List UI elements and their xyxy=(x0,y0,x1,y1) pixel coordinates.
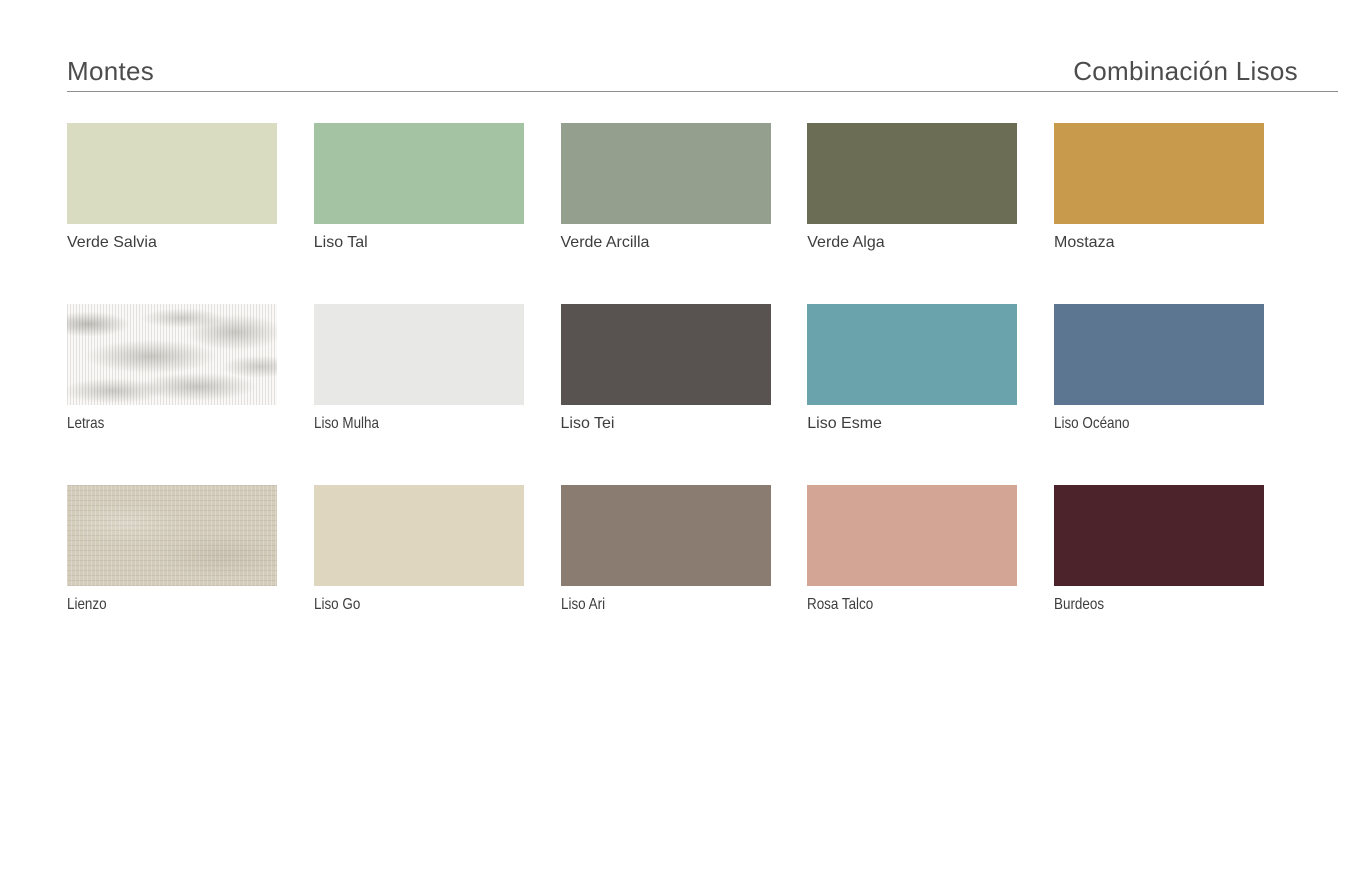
swatch-label: Liso Océano xyxy=(1054,414,1230,434)
swatch-cell: Liso Ari xyxy=(561,485,771,615)
swatch-label: Mostaza xyxy=(1054,233,1264,253)
color-swatch[interactable] xyxy=(561,485,771,586)
color-swatch[interactable] xyxy=(807,123,1017,224)
swatch-label: Liso Go xyxy=(314,595,490,615)
color-swatch[interactable] xyxy=(1054,485,1264,586)
swatch-label: Rosa Talco xyxy=(807,595,983,615)
color-swatch[interactable] xyxy=(1054,304,1264,405)
swatch-cell: Verde Alga xyxy=(807,123,1017,253)
swatch-cell: Rosa Talco xyxy=(807,485,1017,615)
swatch-label: Lienzo xyxy=(67,595,243,615)
swatch-cell: Liso Go xyxy=(314,485,524,615)
page-title: Montes xyxy=(67,56,154,91)
color-swatch[interactable] xyxy=(561,123,771,224)
swatch-label: Letras xyxy=(67,414,243,434)
color-swatch[interactable] xyxy=(314,123,524,224)
color-swatch[interactable] xyxy=(67,304,277,405)
collection-title: Combinación Lisos xyxy=(1073,56,1338,91)
swatch-grid: Verde Salvia Liso Tal Verde Arcilla Verd… xyxy=(67,123,1264,615)
color-swatch[interactable] xyxy=(807,485,1017,586)
swatch-label: Liso Esme xyxy=(807,414,1017,434)
swatch-cell: Liso Mulha xyxy=(314,304,524,434)
color-swatch[interactable] xyxy=(561,304,771,405)
swatch-cell: Liso Tei xyxy=(561,304,771,434)
swatch-label: Verde Alga xyxy=(807,233,1017,253)
swatch-label: Verde Salvia xyxy=(67,233,277,253)
color-swatch[interactable] xyxy=(807,304,1017,405)
swatch-cell: Liso Océano xyxy=(1054,304,1264,434)
swatch-cell: Lienzo xyxy=(67,485,277,615)
color-swatch[interactable] xyxy=(1054,123,1264,224)
swatch-label: Liso Tal xyxy=(314,233,524,253)
color-swatch[interactable] xyxy=(67,485,277,586)
swatch-cell: Verde Arcilla xyxy=(561,123,771,253)
color-swatch[interactable] xyxy=(314,304,524,405)
color-swatch[interactable] xyxy=(314,485,524,586)
swatch-label: Verde Arcilla xyxy=(561,233,771,253)
swatch-label: Liso Ari xyxy=(561,595,737,615)
swatch-cell: Mostaza xyxy=(1054,123,1264,253)
swatch-cell: Liso Esme xyxy=(807,304,1017,434)
swatch-cell: Burdeos xyxy=(1054,485,1264,615)
color-swatch[interactable] xyxy=(67,123,277,224)
header: Montes Combinación Lisos xyxy=(67,0,1338,92)
swatch-label: Liso Tei xyxy=(561,414,771,434)
catalog-page: Montes Combinación Lisos Verde Salvia Li… xyxy=(0,0,1360,875)
swatch-label: Burdeos xyxy=(1054,595,1230,615)
swatch-cell: Letras xyxy=(67,304,277,434)
swatch-cell: Verde Salvia xyxy=(67,123,277,253)
swatch-label: Liso Mulha xyxy=(314,414,490,434)
swatch-cell: Liso Tal xyxy=(314,123,524,253)
